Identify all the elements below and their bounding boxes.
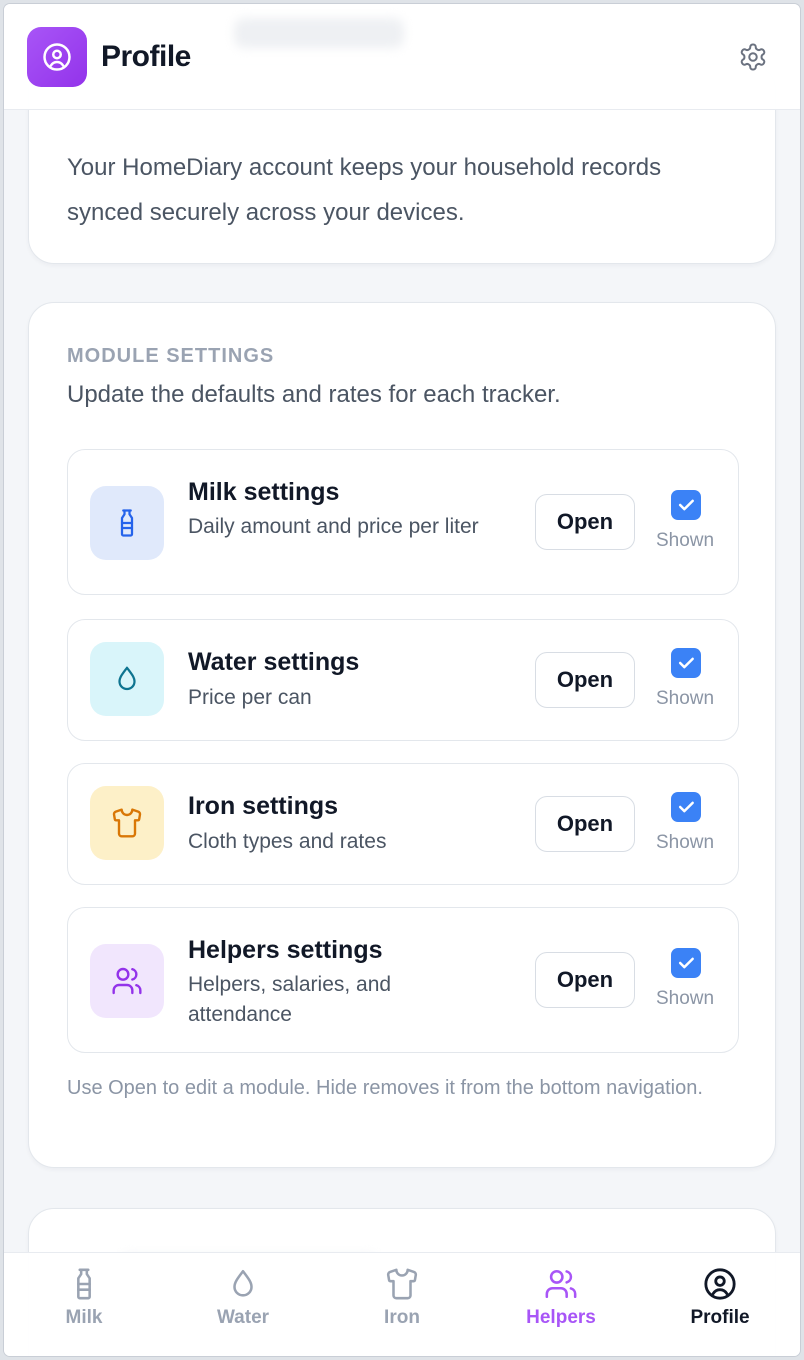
user-circle-icon: [704, 1268, 736, 1300]
module-icon-iron: [90, 786, 164, 860]
top-header: Profile: [4, 4, 800, 110]
shirt-icon: [386, 1268, 418, 1300]
nav-item-iron[interactable]: Iron: [342, 1267, 462, 1347]
shown-label: Shown: [656, 832, 715, 853]
section-label: MODULE SETTINGS: [67, 345, 275, 367]
check-icon: [678, 801, 694, 813]
section-description: Update the defaults and rates for each t…: [67, 381, 561, 408]
scrolled-content-shadow: [234, 18, 404, 48]
users-icon: [112, 967, 142, 995]
nav-label: Profile: [690, 1307, 750, 1328]
account-intro-text: Your HomeDiary account keeps your househ…: [67, 154, 662, 226]
bottom-navigation: Milk Water Iron Helpers Profile: [4, 1252, 800, 1356]
module-subtitle: Cloth types and rates: [188, 830, 387, 853]
module-row-milk: Milk settings Daily amount and price per…: [67, 449, 739, 595]
nav-label: Milk: [65, 1307, 103, 1328]
module-footnote: Use Open to edit a module. Hide removes …: [67, 1077, 703, 1099]
module-icon-helpers: [90, 944, 164, 1018]
nav-item-helpers[interactable]: Helpers: [501, 1267, 621, 1347]
module-subtitle: Daily amount and price per liter: [188, 515, 479, 538]
users-icon: [545, 1269, 577, 1299]
open-helpers-button[interactable]: Open: [535, 952, 635, 1008]
shown-checkbox-helpers[interactable]: [671, 948, 701, 978]
shown-label: Shown: [656, 988, 715, 1009]
module-icon-milk: [90, 486, 164, 560]
shown-checkbox-water[interactable]: [671, 648, 701, 678]
gear-icon: [740, 43, 766, 71]
nav-item-water[interactable]: Water: [183, 1267, 303, 1347]
nav-label: Water: [216, 1307, 270, 1328]
milk-bottle-icon: [120, 509, 134, 537]
module-title: Water settings: [188, 648, 360, 676]
app-logo: [27, 26, 87, 87]
shown-label: Shown: [656, 688, 715, 709]
module-row-helpers: Helpers settings Helpers, salaries, and …: [67, 907, 739, 1053]
settings-button[interactable]: [738, 42, 768, 72]
module-title: Iron settings: [188, 792, 339, 820]
water-drop-icon: [118, 666, 136, 691]
shown-label: Shown: [656, 530, 715, 551]
open-iron-button[interactable]: Open: [535, 796, 635, 852]
check-icon: [678, 499, 694, 511]
module-row-water: Water settings Price per can Open Shown: [67, 619, 739, 741]
nav-label: Helpers: [526, 1307, 596, 1328]
app-frame: Profile Your HomeDiary account keeps you…: [4, 4, 800, 1356]
module-subtitle: Helpers, salaries, and attendance: [188, 973, 392, 1026]
milk-bottle-icon: [77, 1268, 91, 1300]
module-title: Milk settings: [188, 478, 340, 506]
shown-checkbox-iron[interactable]: [671, 792, 701, 822]
check-icon: [678, 957, 694, 969]
module-icon-water: [90, 642, 164, 716]
module-title: Helpers settings: [188, 936, 383, 964]
module-row-iron: Iron settings Cloth types and rates Open…: [67, 763, 739, 885]
module-subtitle: Price per can: [188, 686, 312, 709]
nav-item-profile[interactable]: Profile: [660, 1267, 780, 1347]
nav-item-milk[interactable]: Milk: [24, 1267, 144, 1347]
check-icon: [678, 657, 694, 669]
user-circle-icon: [43, 42, 71, 71]
nav-label: Iron: [384, 1307, 420, 1328]
shirt-icon: [112, 808, 142, 838]
module-settings-card: MODULE SETTINGS Update the defaults and …: [28, 302, 776, 1168]
open-water-button[interactable]: Open: [535, 652, 635, 708]
page-title: Profile: [101, 39, 191, 73]
water-drop-icon: [233, 1269, 253, 1297]
shown-checkbox-milk[interactable]: [671, 490, 701, 520]
open-milk-button[interactable]: Open: [535, 494, 635, 550]
